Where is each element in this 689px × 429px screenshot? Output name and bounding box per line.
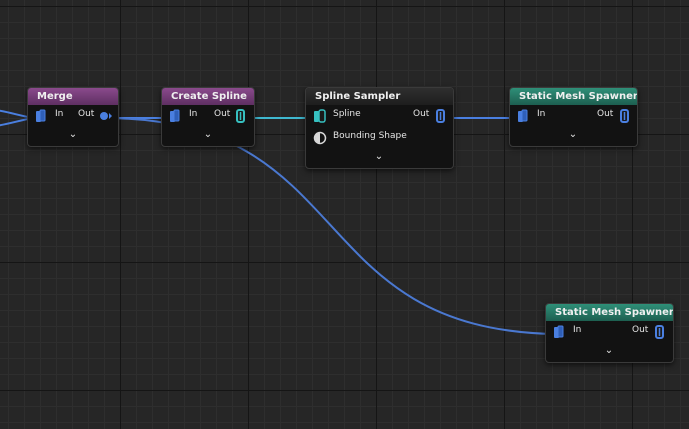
node-static-mesh-spawner-1-title[interactable]: Static Mesh Spawner bbox=[510, 88, 637, 105]
stacked-points-icon[interactable] bbox=[517, 109, 529, 123]
pin-out-label: Out bbox=[78, 109, 95, 119]
pin-out-label: Out bbox=[597, 109, 614, 119]
graph-canvas[interactable]: Merge In Out ⌄ Create Spline In Out ⌄ Sp… bbox=[0, 0, 689, 429]
node-merge[interactable]: Merge In Out ⌄ bbox=[27, 87, 119, 147]
point-output-pin-icon[interactable] bbox=[99, 110, 113, 122]
point-output-pin-icon[interactable] bbox=[655, 325, 665, 339]
pin-bounding-shape-label: Bounding Shape bbox=[333, 131, 407, 141]
stacked-points-icon[interactable] bbox=[169, 109, 181, 123]
node-static-mesh-spawner-2-title[interactable]: Static Mesh Spawner bbox=[546, 304, 673, 321]
bounding-shape-icon[interactable] bbox=[313, 131, 327, 145]
node-merge-pins: In Out bbox=[28, 105, 118, 127]
point-output-pin-icon[interactable] bbox=[436, 109, 446, 123]
chevron-down-icon[interactable]: ⌄ bbox=[563, 129, 583, 140]
node-static-mesh-spawner-2[interactable]: Static Mesh Spawner In Out ⌄ bbox=[545, 303, 674, 363]
node-static-mesh-spawner-2-pins: In Out bbox=[546, 321, 673, 343]
pin-in-label: In bbox=[537, 109, 546, 119]
pin-out-label: Out bbox=[632, 325, 649, 335]
pin-in-label: In bbox=[573, 325, 582, 335]
node-merge-title[interactable]: Merge bbox=[28, 88, 118, 105]
pin-in-label: In bbox=[55, 109, 64, 119]
stacked-points-icon[interactable] bbox=[35, 109, 47, 123]
node-spline-sampler-pins: Spline Out bbox=[306, 105, 453, 127]
node-static-mesh-spawner-1[interactable]: Static Mesh Spawner In Out ⌄ bbox=[509, 87, 638, 147]
node-spline-sampler-title[interactable]: Spline Sampler bbox=[306, 88, 453, 105]
chevron-down-icon[interactable]: ⌄ bbox=[599, 345, 619, 356]
wire-layer bbox=[0, 109, 557, 335]
pin-out-label: Out bbox=[214, 109, 231, 119]
node-static-mesh-spawner-1-pins: In Out bbox=[510, 105, 637, 127]
node-spline-sampler-shape-pin: Bounding Shape bbox=[306, 127, 453, 149]
node-spline-sampler[interactable]: Spline Sampler Spline Out Bounding Shape… bbox=[305, 87, 454, 169]
node-create-spline-title[interactable]: Create Spline bbox=[162, 88, 254, 105]
chevron-down-icon[interactable]: ⌄ bbox=[198, 129, 218, 140]
point-output-pin-icon[interactable] bbox=[620, 109, 630, 123]
spline-output-pin-icon[interactable] bbox=[236, 109, 246, 123]
chevron-down-icon[interactable]: ⌄ bbox=[369, 151, 389, 162]
stacked-points-icon[interactable] bbox=[553, 325, 565, 339]
pin-in-label: In bbox=[189, 109, 198, 119]
spline-input-pin-icon[interactable] bbox=[313, 109, 327, 123]
node-create-spline[interactable]: Create Spline In Out ⌄ bbox=[161, 87, 255, 147]
node-create-spline-pins: In Out bbox=[162, 105, 254, 127]
pin-out-label: Out bbox=[413, 109, 430, 119]
chevron-down-icon[interactable]: ⌄ bbox=[63, 129, 83, 140]
pin-spline-label: Spline bbox=[333, 109, 361, 119]
